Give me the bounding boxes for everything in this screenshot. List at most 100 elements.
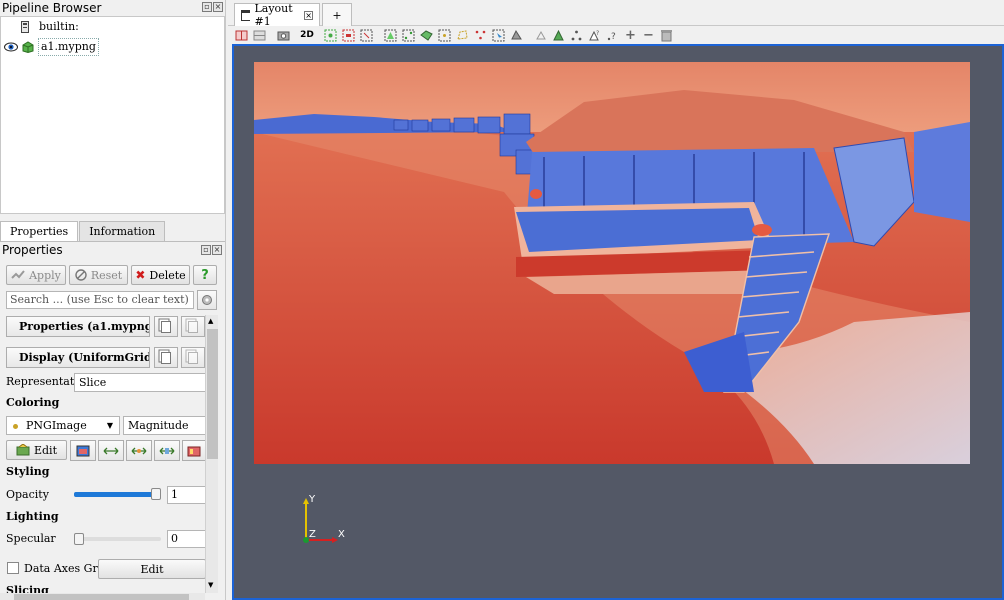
- data-axes-edit-button[interactable]: Edit: [98, 559, 206, 579]
- close-icon[interactable]: ×: [212, 245, 222, 255]
- opacity-label: Opacity: [6, 488, 49, 501]
- rendered-image-slice: [254, 62, 970, 464]
- opacity-slider-fill: [74, 492, 156, 497]
- pipeline-item-builtin[interactable]: builtin:: [21, 19, 79, 35]
- choose-preset-button[interactable]: [70, 440, 96, 461]
- reset-camera-icon[interactable]: [323, 28, 338, 43]
- paste-properties-button[interactable]: [181, 316, 205, 337]
- close-tab-icon[interactable]: ×: [304, 10, 313, 20]
- pipeline-item-label: a1.mypng: [38, 38, 99, 56]
- extract-selection-icon[interactable]: [569, 28, 584, 43]
- color-legend-button[interactable]: [182, 440, 206, 461]
- paste-icon: [188, 320, 198, 333]
- pipeline-browser-title: Pipeline Browser: [2, 1, 102, 15]
- panel-tabs: Properties Information: [0, 221, 166, 242]
- representation-select[interactable]: Slice: [74, 373, 206, 392]
- axis-y-label: Y: [308, 494, 316, 505]
- layout-tabs: Layout #1 × +: [228, 0, 1004, 28]
- zoom-to-box-icon[interactable]: [359, 28, 374, 43]
- shrink-selection-icon[interactable]: [551, 28, 566, 43]
- source-icon: [22, 41, 34, 53]
- color-component-select[interactable]: Magnitude: [123, 416, 206, 435]
- tab-information[interactable]: Information: [79, 221, 166, 241]
- specular-slider-track[interactable]: [74, 533, 161, 545]
- delete-icon: ✖: [135, 268, 146, 282]
- opacity-slider-track[interactable]: [74, 488, 161, 500]
- horizontal-scrollbar[interactable]: [0, 593, 205, 600]
- edit-colormap-button[interactable]: Edit: [6, 440, 67, 460]
- render-view[interactable]: Y Z X: [232, 44, 1004, 600]
- tab-properties[interactable]: Properties: [0, 221, 79, 242]
- select-points-through-icon[interactable]: [437, 28, 452, 43]
- horizontal-scrollbar-thumb[interactable]: [14, 594, 189, 600]
- select-points-on-icon[interactable]: [401, 28, 416, 43]
- scrollbar-thumb[interactable]: [207, 329, 218, 459]
- apply-icon: [11, 270, 25, 279]
- rescale-visible-button[interactable]: [154, 440, 180, 461]
- select-cells-on-icon[interactable]: [383, 28, 398, 43]
- view-area: Layout #1 × + 2D ? ? + − Y Z X: [228, 0, 1004, 600]
- specular-slider-handle[interactable]: [74, 533, 84, 545]
- interactive-select-icon[interactable]: [491, 28, 506, 43]
- reset-button[interactable]: Reset: [69, 265, 128, 285]
- rescale-icon: [103, 447, 119, 454]
- svg-text:?: ?: [596, 30, 599, 37]
- display-group-toggle[interactable]: Display (UniformGrid: [6, 347, 150, 368]
- select-blocks-icon[interactable]: [473, 28, 488, 43]
- hover-points-icon[interactable]: [509, 28, 524, 43]
- properties-scrollbar[interactable]: ▲ ▼: [205, 315, 218, 593]
- add-layout-tab[interactable]: +: [322, 3, 352, 26]
- reset-icon: [75, 269, 87, 281]
- rescale-visible-icon: [159, 447, 175, 454]
- pipeline-item-a1-mypng[interactable]: a1.mypng: [4, 38, 99, 56]
- properties-group-toggle[interactable]: Properties (a1.mypng): [6, 316, 150, 337]
- opacity-input[interactable]: 1: [167, 486, 207, 504]
- zoom-closest-icon[interactable]: [341, 28, 356, 43]
- rescale-custom-button[interactable]: [126, 440, 152, 461]
- float-icon[interactable]: ▫: [201, 245, 211, 255]
- window-icon: [241, 9, 251, 21]
- advanced-settings-button[interactable]: [197, 290, 217, 310]
- tab-layout-1[interactable]: Layout #1 ×: [234, 2, 320, 28]
- specular-input[interactable]: 0: [167, 530, 207, 548]
- properties-title: Properties: [2, 243, 63, 257]
- apply-button[interactable]: Apply: [6, 265, 66, 285]
- paraview-window: Pipeline Browser ▫ × builtin: a1.mypng P…: [0, 0, 1004, 600]
- split-horizontal-icon[interactable]: [234, 28, 249, 43]
- rescale-custom-icon: [131, 447, 147, 454]
- orientation-axes: Y Z X: [303, 494, 345, 543]
- copy-properties-button[interactable]: [154, 316, 178, 337]
- chevron-down-icon: ▼: [106, 421, 113, 430]
- colormap-icon: [16, 444, 30, 456]
- eye-icon[interactable]: [4, 42, 18, 52]
- subtract-selection-icon[interactable]: −: [641, 28, 656, 43]
- float-icon[interactable]: ▫: [202, 2, 212, 12]
- add-selection-icon[interactable]: +: [623, 28, 638, 43]
- camera-icon[interactable]: [276, 28, 291, 43]
- clear-selection-icon[interactable]: [659, 28, 674, 43]
- query-selection-icon[interactable]: ?: [605, 28, 620, 43]
- rescale-range-button[interactable]: [98, 440, 124, 461]
- pipeline-item-label: builtin:: [39, 20, 79, 33]
- select-polygon-icon[interactable]: [455, 28, 470, 43]
- plot-selection-icon[interactable]: ?: [587, 28, 602, 43]
- data-axes-grid-label: Data Axes Grid: [24, 562, 109, 575]
- grow-selection-icon[interactable]: [533, 28, 548, 43]
- left-dock: Pipeline Browser ▫ × builtin: a1.mypng P…: [0, 0, 226, 600]
- scroll-down-icon[interactable]: ▼: [208, 581, 213, 589]
- help-button[interactable]: ?: [193, 265, 217, 285]
- opacity-slider-handle[interactable]: [151, 488, 161, 500]
- specular-label: Specular: [6, 532, 56, 545]
- toggle-2d-button[interactable]: 2D: [298, 28, 316, 43]
- color-array-select[interactable]: PNGImage ▼: [6, 416, 120, 435]
- close-icon[interactable]: ×: [213, 2, 223, 12]
- scroll-up-icon[interactable]: ▲: [208, 317, 213, 325]
- copy-display-button[interactable]: [154, 347, 178, 368]
- split-vertical-icon[interactable]: [252, 28, 267, 43]
- styling-section: Styling: [6, 465, 50, 478]
- search-input[interactable]: Search ... (use Esc to clear text): [6, 291, 194, 309]
- data-axes-grid-checkbox[interactable]: [7, 562, 19, 574]
- delete-button[interactable]: ✖ Delete: [131, 265, 190, 285]
- select-cells-through-icon[interactable]: [419, 28, 434, 43]
- paste-display-button[interactable]: [181, 347, 205, 368]
